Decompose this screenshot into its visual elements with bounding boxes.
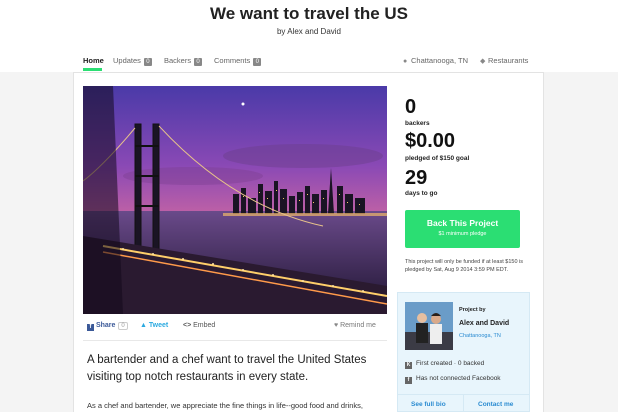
tag-icon: ◆ [480, 58, 486, 65]
back-this-project-button[interactable]: Back This Project $1 minimum pledge [405, 210, 520, 248]
backers-count: 0 [405, 96, 417, 118]
tab-home-label: Home [83, 56, 104, 65]
project-location-label: Chattanooga, TN [411, 56, 468, 65]
project-byline[interactable]: by Alex and David [0, 27, 618, 36]
project-category-label: Restaurants [488, 56, 529, 65]
kickstarter-k-icon: K [405, 362, 412, 369]
see-full-bio-link[interactable]: See full bio [411, 401, 446, 408]
contact-me-link[interactable]: Contact me [478, 401, 513, 408]
tweet-label: Tweet [148, 322, 169, 329]
funding-note: This project will only be funded if at l… [405, 259, 524, 273]
facebook-share-button[interactable]: f Share 0 [87, 322, 128, 331]
tab-backers[interactable]: Backers 0 [164, 56, 203, 66]
twitter-bird-icon: ▲ [140, 322, 147, 329]
project-video-image[interactable] [83, 86, 387, 314]
embed-button[interactable]: <> Embed [183, 322, 215, 329]
tab-updates[interactable]: Updates 0 [113, 56, 152, 66]
pledged-amount: $0.00 [405, 130, 456, 152]
map-pin-icon: ● [403, 58, 408, 65]
bridge-night-photo [83, 86, 387, 314]
days-label: days to go [405, 190, 438, 197]
project-description: As a chef and bartender, we appreciate t… [87, 401, 364, 410]
project-blurb: A bartender and a chef want to travel th… [87, 354, 367, 383]
creator-avatar[interactable] [405, 302, 453, 350]
backers-label: backers [405, 120, 430, 127]
facebook-icon: f [405, 377, 412, 384]
tab-backers-count: 0 [194, 58, 203, 66]
share-divider [83, 340, 387, 341]
creator-facebook-info: f Has not connected Facebook [405, 375, 501, 384]
code-brackets-icon: <> [183, 322, 192, 329]
project-title: We want to travel the US [209, 4, 409, 23]
project-location[interactable]: ● Chattanooga, TN [403, 56, 468, 65]
project-category[interactable]: ◆ Restaurants [480, 56, 528, 65]
pledged-label: pledged of $150 goal [405, 155, 470, 162]
creator-facebook-text: Has not connected Facebook [416, 375, 501, 382]
creator-photo [405, 302, 453, 350]
tab-comments[interactable]: Comments 0 [214, 56, 262, 66]
active-tab-indicator [83, 68, 102, 71]
creator-created-info: K First created · 0 backed [405, 360, 484, 369]
creator-links-separator [463, 394, 464, 412]
tab-updates-count: 0 [143, 58, 152, 66]
creator-name[interactable]: Alex and David [459, 320, 509, 327]
creator-created-text: First created · 0 backed [416, 360, 485, 367]
remind-me-button[interactable]: ♥ Remind me [334, 322, 376, 329]
facebook-icon: f [87, 324, 94, 331]
days-remaining: 29 [405, 167, 428, 189]
back-button-label: Back This Project [426, 218, 499, 228]
tab-home[interactable]: Home [83, 56, 104, 65]
tab-backers-label: Backers [164, 56, 192, 65]
embed-label: Embed [193, 322, 216, 329]
back-button-sublabel: $1 minimum pledge [438, 231, 487, 237]
project-by-label: Project by [459, 307, 486, 313]
tab-comments-label: Comments [214, 56, 251, 65]
share-label: Share [95, 322, 116, 329]
tab-comments-count: 0 [253, 58, 262, 66]
tab-updates-label: Updates [113, 56, 141, 65]
remind-label: Remind me [340, 322, 376, 329]
heart-icon: ♥ [334, 322, 339, 329]
share-count: 0 [118, 322, 128, 330]
creator-location[interactable]: Chattanooga, TN [459, 333, 501, 339]
tweet-button[interactable]: ▲ Tweet [140, 322, 168, 329]
